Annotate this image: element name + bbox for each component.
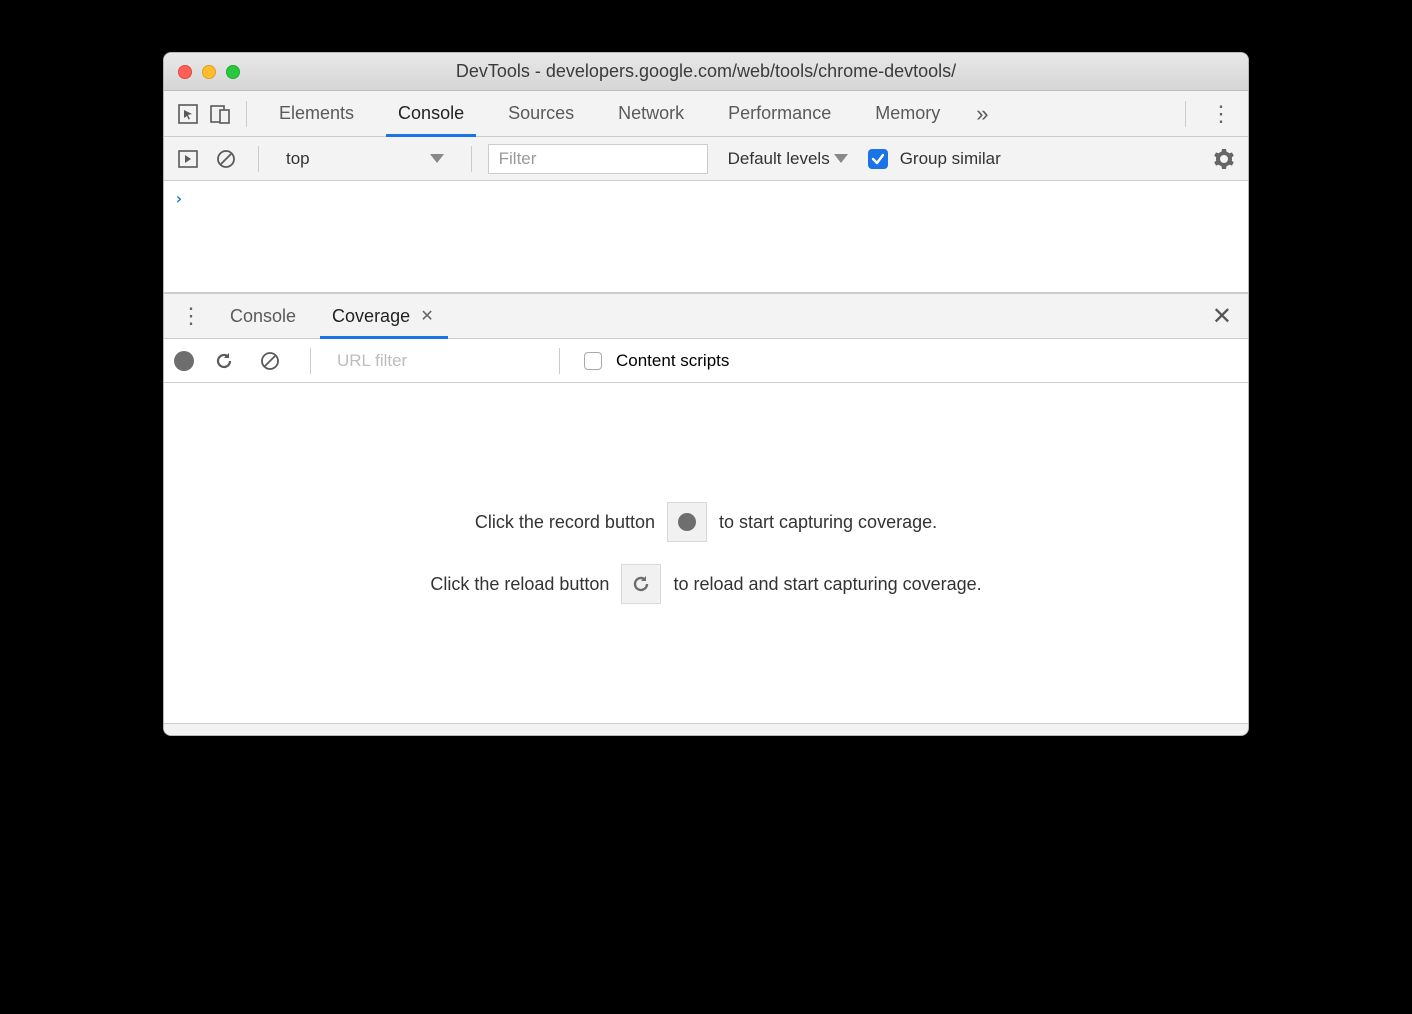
console-settings-button[interactable]	[1208, 149, 1240, 169]
settings-menu-button[interactable]: ⋮	[1202, 101, 1240, 127]
main-toolbar: Elements Console Sources Network Perform…	[164, 91, 1248, 137]
close-tab-icon[interactable]: ✕	[418, 307, 436, 325]
separator	[310, 348, 311, 374]
kebab-icon: ⋮	[180, 303, 202, 328]
tab-sources[interactable]: Sources	[486, 91, 596, 136]
reload-icon	[214, 351, 234, 371]
drawer-tab-label: Coverage	[332, 306, 410, 327]
main-tabs: Elements Console Sources Network Perform…	[257, 91, 1002, 136]
drawer-menu-button[interactable]: ⋮	[170, 303, 212, 329]
console-output[interactable]: ›	[164, 181, 1248, 293]
tab-label: Performance	[728, 103, 831, 124]
close-drawer-button[interactable]: ✕	[1202, 302, 1242, 331]
reload-hint-pre: Click the reload button	[430, 574, 609, 595]
tab-label: Memory	[875, 103, 940, 124]
titlebar: DevTools - developers.google.com/web/too…	[164, 53, 1248, 91]
reload-hint-button[interactable]	[621, 564, 661, 604]
show-console-sidebar-icon[interactable]	[172, 143, 204, 175]
clear-icon	[260, 351, 280, 371]
record-hint-row: Click the record button to start capturi…	[475, 502, 937, 542]
record-icon	[678, 513, 696, 531]
log-levels-selector[interactable]: Default levels	[728, 149, 848, 169]
tab-performance[interactable]: Performance	[706, 91, 853, 136]
log-levels-label: Default levels	[728, 149, 830, 169]
drawer-tabbar: ⋮ Console Coverage ✕ ✕	[164, 293, 1248, 339]
record-hint-pre: Click the record button	[475, 512, 655, 533]
separator	[258, 146, 259, 172]
tab-console[interactable]: Console	[376, 91, 486, 136]
console-toolbar: top Default levels Group similar	[164, 137, 1248, 181]
tab-label: Network	[618, 103, 684, 124]
devtools-window: DevTools - developers.google.com/web/too…	[163, 52, 1249, 736]
inspect-element-icon[interactable]	[172, 98, 204, 130]
tab-label: Elements	[279, 103, 354, 124]
separator	[471, 146, 472, 172]
separator	[1185, 101, 1186, 127]
drawer-tab-coverage[interactable]: Coverage ✕	[314, 294, 454, 338]
reload-icon	[631, 574, 651, 594]
record-button[interactable]	[174, 351, 194, 371]
chevrons-right-icon: »	[976, 101, 988, 127]
minimize-window-button[interactable]	[202, 65, 216, 79]
window-title: DevTools - developers.google.com/web/too…	[164, 61, 1248, 82]
gear-icon	[1214, 149, 1234, 169]
reload-hint-post: to reload and start capturing coverage.	[673, 574, 981, 595]
console-prompt-icon: ›	[174, 189, 184, 208]
clear-coverage-button[interactable]	[254, 345, 286, 377]
caret-down-icon	[834, 154, 848, 163]
group-similar-label: Group similar	[900, 149, 1001, 169]
tab-label: Sources	[508, 103, 574, 124]
reload-button[interactable]	[208, 345, 240, 377]
more-tabs-button[interactable]: »	[962, 91, 1002, 136]
close-window-button[interactable]	[178, 65, 192, 79]
reload-hint-row: Click the reload button to reload and st…	[430, 564, 981, 604]
console-filter-input[interactable]	[488, 144, 708, 174]
coverage-toolbar: Content scripts	[164, 339, 1248, 383]
record-hint-button[interactable]	[667, 502, 707, 542]
execution-context-label: top	[286, 149, 310, 169]
tab-elements[interactable]: Elements	[257, 91, 376, 136]
drawer-tab-label: Console	[230, 306, 296, 327]
separator	[559, 348, 560, 374]
close-icon: ✕	[1212, 303, 1232, 330]
caret-down-icon	[430, 154, 444, 163]
device-toolbar-icon[interactable]	[204, 98, 236, 130]
tab-memory[interactable]: Memory	[853, 91, 962, 136]
kebab-icon: ⋮	[1210, 101, 1232, 126]
zoom-window-button[interactable]	[226, 65, 240, 79]
execution-context-selector[interactable]: top	[275, 144, 455, 174]
url-filter-input[interactable]	[335, 347, 535, 375]
content-scripts-checkbox[interactable]	[584, 352, 602, 370]
content-scripts-label: Content scripts	[616, 351, 729, 371]
traffic-lights	[178, 65, 240, 79]
drawer-footer	[164, 723, 1248, 735]
tab-label: Console	[398, 103, 464, 124]
check-icon	[871, 152, 885, 166]
separator	[246, 101, 247, 127]
drawer-tab-console[interactable]: Console	[212, 294, 314, 338]
record-hint-post: to start capturing coverage.	[719, 512, 937, 533]
clear-console-icon[interactable]	[210, 143, 242, 175]
group-similar-checkbox[interactable]	[868, 149, 888, 169]
tab-network[interactable]: Network	[596, 91, 706, 136]
coverage-empty-state: Click the record button to start capturi…	[164, 383, 1248, 723]
